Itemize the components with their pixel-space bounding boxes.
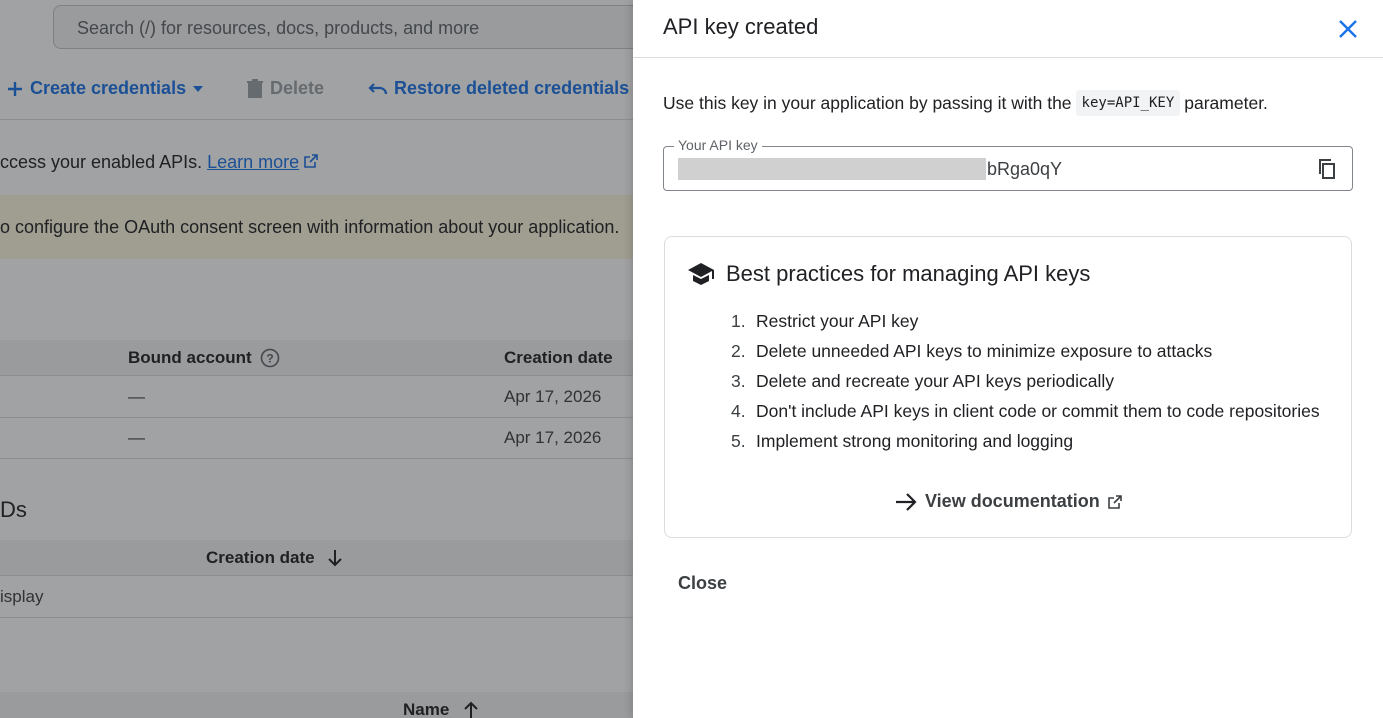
card-title: Best practices for managing API keys	[726, 261, 1091, 286]
modal-scrim[interactable]	[0, 0, 633, 718]
item-text: Delete unneeded API keys to minimize exp…	[756, 341, 1213, 361]
usage-suffix: parameter.	[1184, 92, 1268, 113]
school-icon	[688, 263, 714, 285]
list-item: 4. Don't include API keys in client code …	[731, 399, 1320, 429]
view-documentation-label: View documentation	[925, 491, 1100, 511]
api-key-created-drawer: API key created Use this key in your app…	[633, 0, 1383, 718]
usage-instructions: Use this key in your application by pass…	[663, 90, 1268, 116]
api-key-label: Your API key	[674, 137, 762, 153]
item-text: Implement strong monitoring and logging	[756, 431, 1074, 451]
api-key-redaction	[678, 158, 986, 180]
arrow-right-icon	[896, 492, 917, 511]
api-key-value: bRga0qY	[987, 159, 1063, 179]
list-item: 5. Implement strong monitoring and loggin…	[731, 429, 1320, 459]
usage-prefix: Use this key in your application by pass…	[663, 92, 1072, 113]
item-number: 1.	[731, 311, 746, 331]
best-practices-card: Best practices for managing API keys 1. R…	[664, 236, 1352, 538]
external-link-icon	[1107, 494, 1122, 509]
item-number: 2.	[731, 341, 746, 361]
item-number: 4.	[731, 401, 746, 421]
item-number: 5.	[731, 431, 746, 451]
copy-icon[interactable]	[1316, 158, 1338, 180]
close-icon[interactable]	[1333, 14, 1363, 44]
item-text: Restrict your API key	[756, 311, 919, 331]
api-key-field[interactable]: Your API key bRga0qY	[663, 137, 1353, 191]
list-item: 3. Delete and recreate your API keys peri…	[731, 369, 1320, 399]
view-documentation-link[interactable]: View documentation	[895, 491, 1122, 512]
list-item: 2. Delete unneeded API keys to minimize e…	[731, 339, 1320, 369]
drawer-title: API key created	[663, 14, 819, 39]
item-number: 3.	[731, 371, 746, 391]
item-text: Don't include API keys in client code or…	[756, 401, 1320, 421]
best-practices-list: 1. Restrict your API key 2. Delete unneede…	[731, 309, 1320, 459]
list-item: 1. Restrict your API key	[731, 309, 1320, 339]
drawer-header: API key created	[633, 0, 1383, 58]
close-button[interactable]: Close	[678, 573, 727, 594]
item-text: Delete and recreate your API keys period…	[756, 371, 1114, 391]
usage-code: key=API_KEY	[1075, 90, 1181, 116]
